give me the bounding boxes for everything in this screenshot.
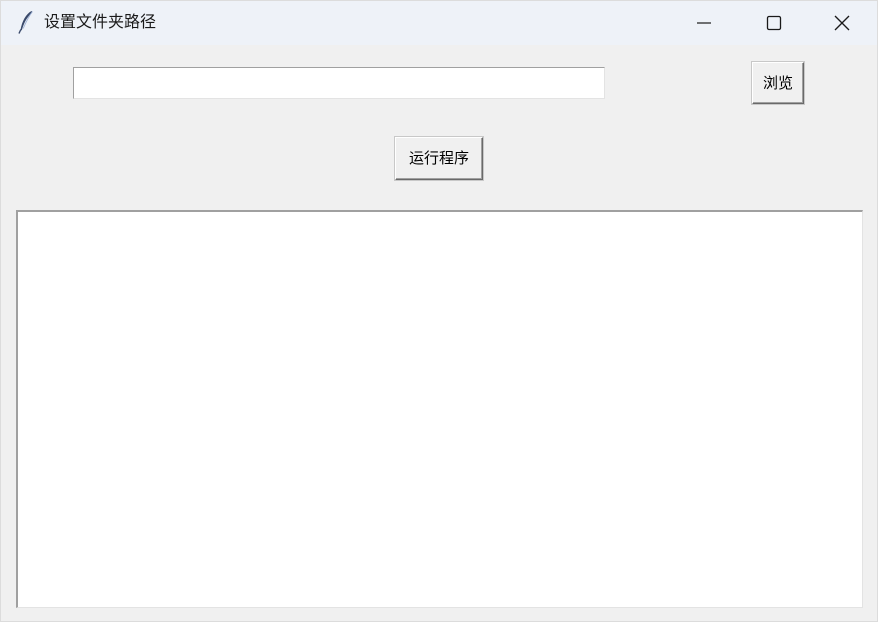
folder-path-input[interactable]	[73, 67, 605, 99]
close-button[interactable]	[807, 1, 877, 45]
feather-icon	[17, 10, 35, 34]
run-program-button[interactable]: 运行程序	[395, 137, 483, 180]
maximize-icon	[766, 15, 782, 31]
app-window: 设置文件夹路径 浏览 运行程序	[0, 0, 878, 622]
close-icon	[834, 15, 850, 31]
output-text-area[interactable]	[16, 210, 863, 608]
window-title: 设置文件夹路径	[44, 12, 157, 31]
browse-button[interactable]: 浏览	[752, 62, 804, 104]
minimize-button[interactable]	[669, 1, 739, 45]
maximize-button[interactable]	[739, 1, 809, 45]
minimize-icon	[697, 22, 711, 24]
title-bar[interactable]: 设置文件夹路径	[1, 1, 877, 45]
